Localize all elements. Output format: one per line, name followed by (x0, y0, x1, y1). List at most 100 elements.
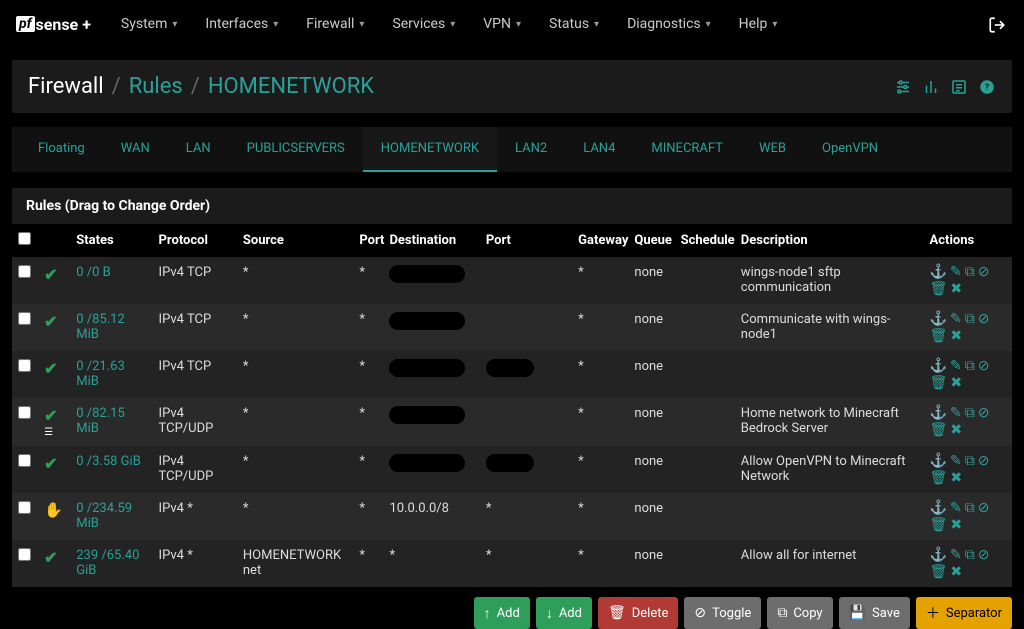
add-top-button[interactable]: ↑Add (474, 597, 530, 629)
nav-diagnostics[interactable]: Diagnostics▾ (613, 0, 725, 48)
trash-icon[interactable]: 🗑 (930, 282, 948, 296)
anchor-icon[interactable]: ⚓ (930, 548, 947, 562)
nav-help[interactable]: Help▾ (725, 0, 792, 48)
nav-interfaces[interactable]: Interfaces▾ (191, 0, 292, 48)
nav-status[interactable]: Status▾ (535, 0, 613, 48)
table-row[interactable]: ✋0 /234.59 MiBIPv4 ***10.0.0.0/8**none⚓✎… (12, 493, 1012, 540)
row-checkbox[interactable] (18, 312, 31, 325)
states-link[interactable]: 0 /234.59 MiB (76, 501, 132, 531)
row-checkbox[interactable] (18, 548, 31, 561)
row-checkbox[interactable] (18, 265, 31, 278)
nav-services[interactable]: Services▾ (378, 0, 469, 48)
clear-icon[interactable]: ✖ (950, 329, 962, 343)
edit-icon[interactable]: ✎ (950, 265, 962, 279)
breadcrumb-mid[interactable]: Rules (129, 74, 183, 99)
table-row[interactable]: ✔0 /0 BIPv4 TCP***nonewings-node1 sftp c… (12, 257, 1012, 304)
log-icon[interactable] (950, 78, 968, 96)
clear-icon[interactable]: ✖ (950, 518, 962, 532)
copy-icon[interactable]: ⧉ (965, 501, 975, 515)
row-checkbox[interactable] (18, 501, 31, 514)
edit-icon[interactable]: ✎ (950, 501, 962, 515)
select-all-checkbox[interactable] (18, 232, 31, 245)
tab-lan4[interactable]: LAN4 (565, 127, 633, 172)
description-cell: Allow OpenVPN to Minecraft Network (735, 446, 924, 493)
add-bottom-button[interactable]: ↓Add (536, 597, 592, 629)
tab-minecraft[interactable]: MINECRAFT (633, 127, 741, 172)
copy-icon[interactable]: ⧉ (965, 312, 975, 326)
states-link[interactable]: 0 /0 B (76, 265, 111, 280)
disable-icon[interactable]: ⊘ (978, 548, 990, 562)
states-link[interactable]: 0 /21.63 MiB (76, 359, 125, 389)
states-link[interactable]: 239 /65.40 GiB (76, 548, 139, 578)
copy-icon[interactable]: ⧉ (965, 548, 975, 562)
row-checkbox[interactable] (18, 359, 31, 372)
row-checkbox[interactable] (18, 454, 31, 467)
row-checkbox[interactable] (18, 406, 31, 419)
states-link[interactable]: 0 /82.15 MiB (76, 406, 125, 436)
anchor-icon[interactable]: ⚓ (930, 312, 947, 326)
copy-icon[interactable]: ⧉ (965, 454, 975, 468)
edit-icon[interactable]: ✎ (950, 548, 962, 562)
anchor-icon[interactable]: ⚓ (930, 454, 947, 468)
separator-button[interactable]: ＋Separator (916, 597, 1012, 629)
disable-icon[interactable]: ⊘ (978, 312, 990, 326)
states-link[interactable]: 0 /3.58 GiB (76, 454, 141, 469)
breadcrumb-leaf[interactable]: HOMENETWORK (208, 74, 374, 99)
disable-icon[interactable]: ⊘ (978, 454, 990, 468)
edit-icon[interactable]: ✎ (950, 359, 962, 373)
trash-icon[interactable]: 🗑 (930, 565, 948, 579)
save-button[interactable]: 💾Save (839, 597, 910, 629)
nav-vpn[interactable]: VPN▾ (469, 0, 535, 48)
trash-icon[interactable]: 🗑 (930, 329, 948, 343)
edit-icon[interactable]: ✎ (950, 406, 962, 420)
tab-wan[interactable]: WAN (103, 127, 168, 172)
disable-icon[interactable]: ⊘ (978, 359, 990, 373)
stats-bar-icon[interactable] (922, 78, 940, 96)
disable-icon[interactable]: ⊘ (978, 501, 990, 515)
trash-icon[interactable]: 🗑 (930, 518, 948, 532)
tab-lan2[interactable]: LAN2 (497, 127, 565, 172)
clear-icon[interactable]: ✖ (950, 471, 962, 485)
help-icon[interactable]: ? (978, 78, 996, 96)
tab-lan[interactable]: LAN (168, 127, 229, 172)
anchor-icon[interactable]: ⚓ (930, 359, 947, 373)
copy-icon[interactable]: ⧉ (965, 406, 975, 420)
tab-web[interactable]: WEB (741, 127, 804, 172)
tab-floating[interactable]: Floating (20, 127, 103, 172)
tab-openvpn[interactable]: OpenVPN (804, 127, 896, 172)
nav-system[interactable]: System▾ (107, 0, 191, 48)
clear-icon[interactable]: ✖ (950, 282, 962, 296)
tab-publicservers[interactable]: PUBLICSERVERS (229, 127, 363, 172)
toggle-button[interactable]: ⊘Toggle (684, 597, 761, 629)
states-link[interactable]: 0 /85.12 MiB (76, 312, 125, 342)
nav-firewall[interactable]: Firewall▾ (292, 0, 378, 48)
anchor-icon[interactable]: ⚓ (930, 406, 947, 420)
source-cell: * (237, 446, 353, 493)
source-cell: * (237, 398, 353, 446)
copy-icon[interactable]: ⧉ (965, 359, 975, 373)
settings-sliders-icon[interactable] (894, 78, 912, 96)
copy-icon[interactable]: ⧉ (965, 265, 975, 279)
clear-icon[interactable]: ✖ (950, 565, 962, 579)
table-row[interactable]: ✔239 /65.40 GiBIPv4 *HOMENETWORK net****… (12, 540, 1012, 587)
trash-icon[interactable]: 🗑 (930, 423, 948, 437)
table-row[interactable]: ✔0 /3.58 GiBIPv4 TCP/UDP***noneAllow Ope… (12, 446, 1012, 493)
copy-button[interactable]: ⧉Copy (767, 597, 832, 629)
clear-icon[interactable]: ✖ (950, 423, 962, 437)
disable-icon[interactable]: ⊘ (978, 406, 990, 420)
logout-icon[interactable] (980, 14, 1014, 34)
table-row[interactable]: ✔0 /21.63 MiBIPv4 TCP***none⚓✎⧉⊘🗑✖ (12, 351, 1012, 398)
table-row[interactable]: ✔☰0 /82.15 MiBIPv4 TCP/UDP***noneHome ne… (12, 398, 1012, 446)
table-row[interactable]: ✔0 /85.12 MiBIPv4 TCP***noneCommunicate … (12, 304, 1012, 351)
trash-icon[interactable]: 🗑 (930, 471, 948, 485)
anchor-icon[interactable]: ⚓ (930, 265, 947, 279)
edit-icon[interactable]: ✎ (950, 312, 962, 326)
brand-logo[interactable]: pfsense+ (16, 15, 91, 34)
edit-icon[interactable]: ✎ (950, 454, 962, 468)
delete-button[interactable]: 🗑Delete (598, 597, 678, 629)
tab-homenetwork[interactable]: HOMENETWORK (363, 127, 497, 172)
anchor-icon[interactable]: ⚓ (930, 501, 947, 515)
trash-icon[interactable]: 🗑 (930, 376, 948, 390)
disable-icon[interactable]: ⊘ (978, 265, 990, 279)
clear-icon[interactable]: ✖ (950, 376, 962, 390)
